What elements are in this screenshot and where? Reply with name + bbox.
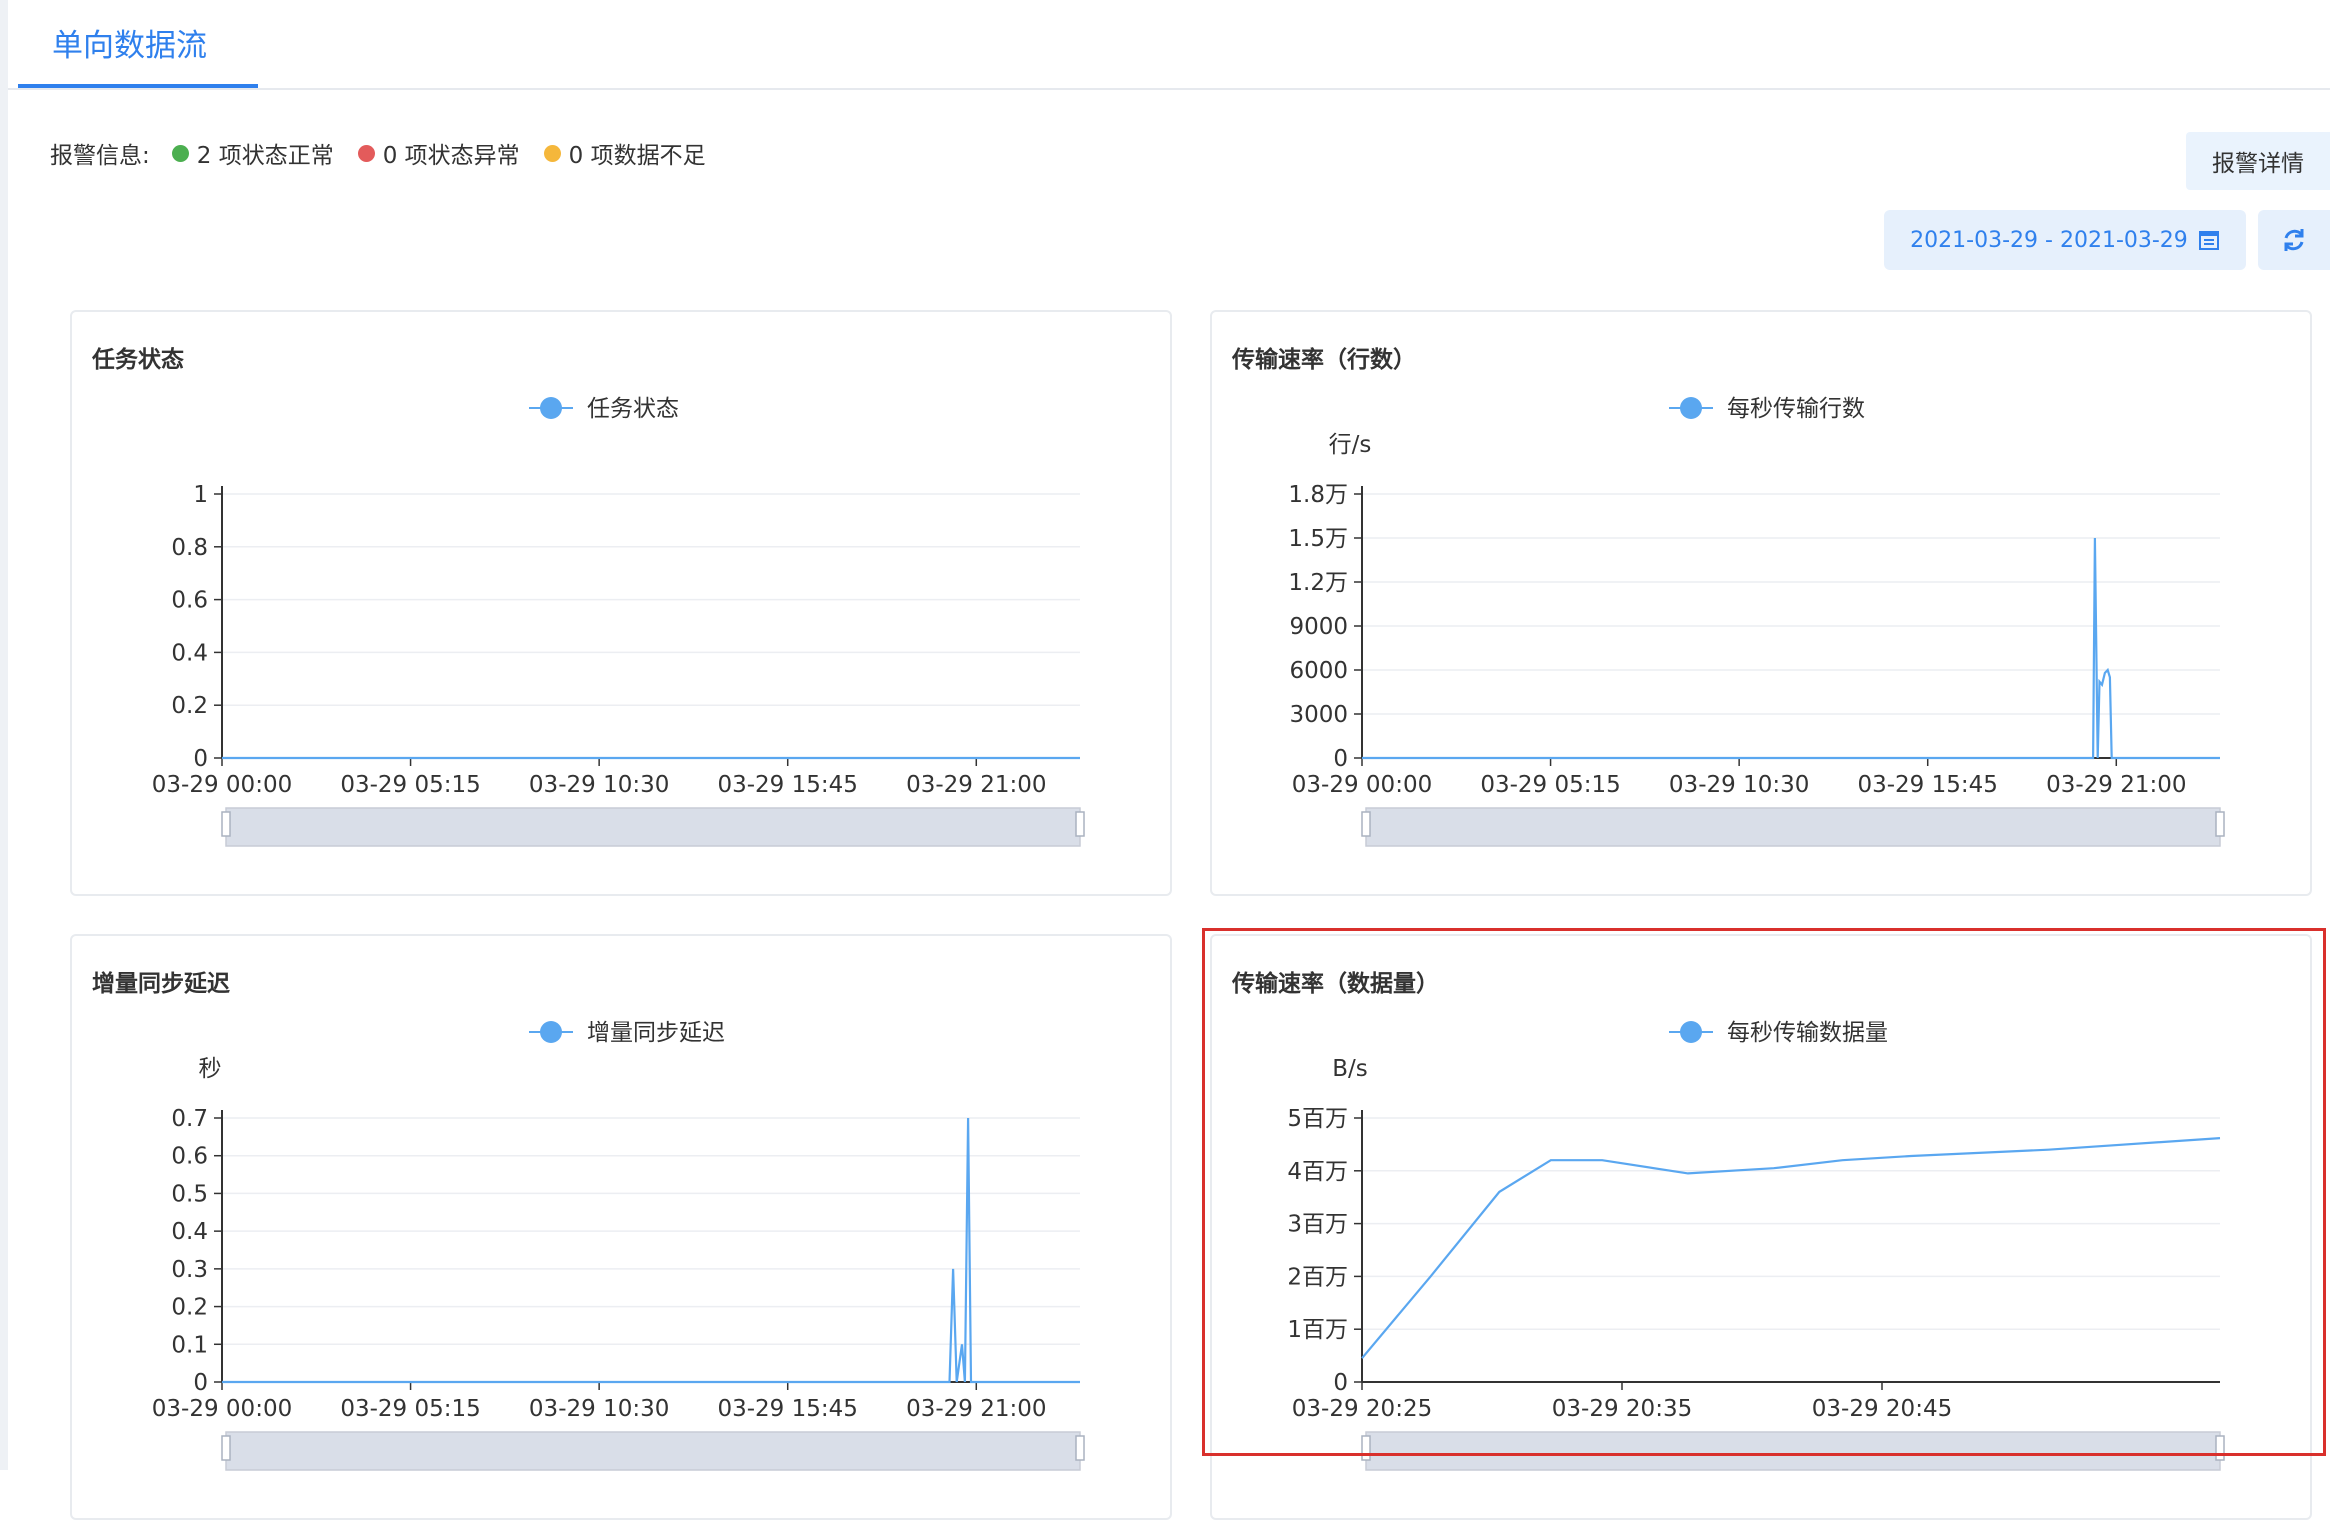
y-tick-label: 3百万 [1287,1212,1348,1238]
zoom-handle-left-icon [1361,811,1371,837]
zoom-slider-track [225,807,1081,847]
x-tick-label: 03-29 05:15 [1480,772,1620,798]
zoom-handle-right-icon [2215,811,2225,837]
y-tick-label: 1.8万 [1288,482,1348,508]
alarm-normal-text: 2 项状态正常 [196,143,334,169]
y-tick-label: 1.5万 [1288,526,1348,552]
chart-sync-delay: 增量同步延迟秒 0.7 0.6 0.5 0.4 0.3 0.2 0.1 003-29 00:00… [152,1020,1085,1471]
date-range-picker[interactable]: 2021-03-29 - 2021-03-29 [1884,210,2246,270]
x-tick-label: 03-29 05:15 [340,1396,480,1422]
x-tick-label: 03-29 21:00 [2046,772,2186,798]
chart-bytes-rate: 每秒传输数据量 B/s 5百万 4百万 3百万 2百万 1百万 003-29 20:25 03-… [1287,1020,2225,1471]
left-strip [0,0,8,1470]
y-tick-label: 0.4 [171,640,208,666]
y-tick-label: 0.8 [171,535,208,561]
alarm-detail-button[interactable]: 报警详情 [2186,132,2330,190]
status-dot-red-icon [357,144,375,162]
x-tick-label: 03-29 10:30 [529,1396,669,1422]
alarm-info: 报警信息: 2 项状态正常 0 项状态异常 0 项数据不足 [50,136,730,170]
y-tick-label: 4百万 [1287,1159,1348,1185]
y-tick-label: 0.5 [171,1181,208,1207]
zoom-handle-right-icon [2215,1435,2225,1461]
y-tick-label: 5百万 [1287,1106,1348,1132]
legend-marker-icon [540,1021,562,1043]
chart-rows-rate: 每秒传输行数行/s1.8万1.5万1.2万900060003000003-29 … [1288,396,2225,847]
y-axis-unit: 行/s [1329,432,1372,458]
y-tick-label: 2百万 [1287,1264,1348,1290]
x-tick-label: 03-29 21:00 [906,1396,1046,1422]
tab-one-way-dataflow[interactable]: 单向数据流 [52,20,207,65]
x-tick-label: 03-29 15:45 [717,772,857,798]
alarm-item-normal: 2 项状态正常 [171,136,334,170]
calendar-icon [2198,231,2219,250]
x-tick-label: 03-29 00:00 [152,1396,292,1422]
x-tick-label: 03-29 20:25 [1292,1396,1432,1422]
x-tick-label: 03-29 10:30 [529,772,669,798]
alarm-insufficient-text: 0 项数据不足 [568,143,706,169]
x-tick-label: 03-29 15:45 [717,1396,857,1422]
chart-card-bytes-rate: 传输速率（数据量） 每秒传输数据量 B/s 5百万 4百万 3百万 2百万 1百万 0 03-2… [1210,934,2312,1520]
y-tick-label: 0 [1333,1370,1348,1396]
status-dot-green-icon [171,144,189,162]
legend-label: 每秒传输数据量 [1727,1020,1888,1046]
y-tick-label: 0 [193,746,208,772]
alarm-abnormal-text: 0 项状态异常 [382,143,520,169]
chart-task-status: 任务状态 1 0.8 0.6 0.4 0.2 003-29 00:00 03-29 05:15… [152,396,1085,847]
chart-card-rows-rate: 传输速率（行数） 每秒传输行数 行/s 1.8万 1.5万 1.2万 9000 6000 30… [1210,310,2312,896]
y-tick-label: 0.6 [171,588,208,614]
y-tick-label: 6000 [1289,658,1348,684]
legend-label: 增量同步延迟 [587,1020,725,1046]
y-axis-unit: B/s [1332,1056,1368,1082]
zoom-slider-track [1365,807,2221,847]
x-tick-label: 03-29 21:00 [906,772,1046,798]
y-axis-unit: 秒 [199,1056,222,1082]
y-tick-label: 1.2万 [1288,570,1348,596]
alarm-label: 报警信息: [50,143,150,169]
legend-label: 任务状态 [587,396,679,422]
y-tick-label: 0.2 [171,1295,208,1321]
y-tick-label: 0.4 [171,1219,208,1245]
x-tick-label: 03-29 15:45 [1857,772,1997,798]
zoom-handle-right-icon [1075,1435,1085,1461]
zoom-handle-left-icon [1361,1435,1371,1461]
y-tick-label: 1 [193,482,208,508]
y-tick-label: 0.1 [171,1332,208,1358]
series-line [1362,537,2220,760]
x-tick-label: 03-29 00:00 [1292,772,1432,798]
y-tick-label: 0.6 [171,1144,208,1170]
y-tick-label: 1百万 [1287,1317,1348,1343]
tab-active-underline [18,84,258,88]
legend-label: 每秒传输行数 [1727,396,1865,422]
zoom-handle-left-icon [221,811,231,837]
refresh-button[interactable] [2258,210,2330,270]
x-tick-label: 03-29 00:00 [152,772,292,798]
legend-marker-icon [540,397,562,419]
y-tick-label: 0 [1333,746,1348,772]
alarm-item-abnormal: 0 项状态异常 [357,136,520,170]
chart-card-task-status: 任务状态 任务状态 1 0.8 0.6 0.4 0.2 0 03-29 00:00 03-29 … [70,310,1172,896]
y-tick-label: 0.7 [171,1106,208,1132]
series-line [222,1117,1080,1384]
y-tick-label: 0.3 [171,1257,208,1283]
status-dot-yellow-icon [543,144,561,162]
legend-marker-icon [1680,1021,1702,1043]
x-tick-label: 03-29 20:45 [1812,1396,1952,1422]
zoom-handle-left-icon [221,1435,231,1461]
x-tick-label: 03-29 05:15 [340,772,480,798]
chart-card-sync-delay: 增量同步延迟 增量同步延迟秒 0.7 0.6 0.5 0.4 0.3 0.2 0.1 0 03-2… [70,934,1172,1520]
date-range-text: 2021-03-29 - 2021-03-29 [1910,227,2188,253]
alarm-item-insufficient: 0 项数据不足 [543,136,706,170]
y-tick-label: 0 [193,1370,208,1396]
zoom-slider-track [1365,1431,2221,1471]
y-tick-label: 0.2 [171,693,208,719]
legend-marker-icon [1680,397,1702,419]
refresh-icon [2284,229,2304,251]
zoom-slider-track [225,1431,1081,1471]
y-tick-label: 9000 [1289,614,1348,640]
tab-bar: 单向数据流 [8,0,2330,90]
x-tick-label: 03-29 10:30 [1669,772,1809,798]
y-tick-label: 3000 [1289,702,1348,728]
x-tick-label: 03-29 20:35 [1552,1396,1692,1422]
zoom-handle-right-icon [1075,811,1085,837]
